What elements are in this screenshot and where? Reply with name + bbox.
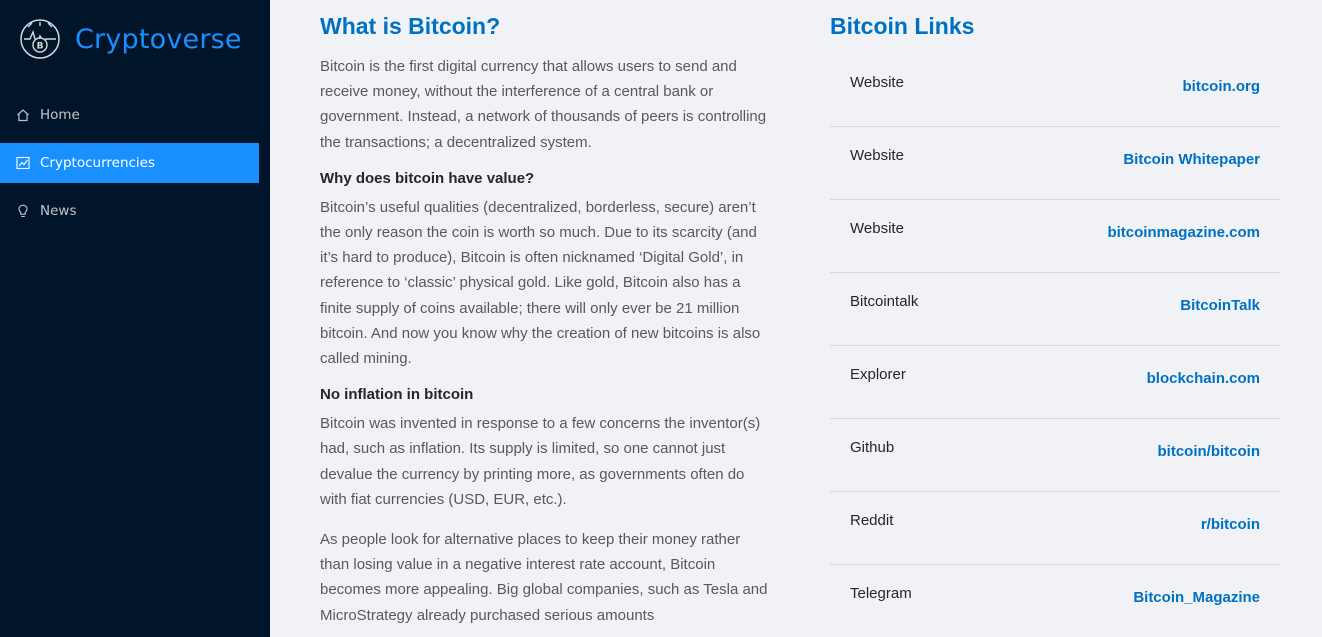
sidebar: B Cryptoverse Home Cryptocurrencies News xyxy=(0,0,270,637)
link-row: Website bitcoinmagazine.com xyxy=(830,200,1280,273)
link-type: Website xyxy=(850,147,904,164)
links-list: Website bitcoin.org Website Bitcoin Whit… xyxy=(830,54,1280,637)
link-row: Github bitcoin/bitcoin xyxy=(830,419,1280,492)
link-url[interactable]: bitcoin/bitcoin xyxy=(1158,419,1261,491)
bulb-icon xyxy=(16,204,30,218)
link-type: Github xyxy=(850,439,895,456)
link-url[interactable]: bitcoin.org xyxy=(1183,54,1261,126)
link-url[interactable]: BitcoinTalk xyxy=(1180,273,1260,345)
link-type: Reddit xyxy=(850,512,894,529)
sidebar-item-cryptocurrencies[interactable]: Cryptocurrencies xyxy=(0,143,259,183)
sidebar-item-home[interactable]: Home xyxy=(0,95,259,135)
main-content: What is Bitcoin? Bitcoin is the first di… xyxy=(270,0,1322,637)
sidebar-item-label: Home xyxy=(40,107,80,123)
link-row: Telegram Bitcoin_Magazine xyxy=(830,565,1280,637)
link-row: Bitcointalk BitcoinTalk xyxy=(830,273,1280,346)
bitcoin-logo-icon: B xyxy=(18,17,62,61)
link-row: Website bitcoin.org xyxy=(830,54,1280,127)
link-row: Reddit r/bitcoin xyxy=(830,492,1280,565)
description-intro: Bitcoin is the first digital currency th… xyxy=(320,58,767,151)
section-heading-inflation: No inflation in bitcoin xyxy=(320,386,474,404)
link-url[interactable]: Bitcoin_Magazine xyxy=(1133,565,1260,637)
section-body-value: Bitcoin’s useful qualities (decentralize… xyxy=(320,198,761,368)
svg-text:B: B xyxy=(37,42,44,52)
home-icon xyxy=(16,108,30,122)
link-type: Website xyxy=(850,74,904,91)
section-body-alternatives: As people look for alternative places to… xyxy=(320,531,768,624)
line-chart-icon xyxy=(16,156,30,170)
link-type: Telegram xyxy=(850,585,912,602)
section-heading-value: Why does bitcoin have value? xyxy=(320,169,535,187)
sidebar-menu: Home Cryptocurrencies News xyxy=(0,95,270,231)
links-title: Bitcoin Links xyxy=(830,13,975,39)
coin-links: Bitcoin Links Website bitcoin.org Websit… xyxy=(830,13,1280,637)
link-type: Explorer xyxy=(850,366,906,383)
link-row: Explorer blockchain.com xyxy=(830,346,1280,419)
sidebar-item-news[interactable]: News xyxy=(0,191,259,231)
link-type: Website xyxy=(850,220,904,237)
description-title: What is Bitcoin? xyxy=(320,13,501,39)
app-title: Cryptoverse xyxy=(75,23,242,55)
link-row: Website Bitcoin Whitepaper xyxy=(830,127,1280,200)
link-url[interactable]: Bitcoin Whitepaper xyxy=(1123,127,1260,199)
logo[interactable]: B Cryptoverse xyxy=(0,0,270,78)
link-url[interactable]: r/bitcoin xyxy=(1201,492,1260,564)
link-url[interactable]: blockchain.com xyxy=(1147,346,1260,418)
sidebar-item-label: News xyxy=(40,203,77,219)
section-body-inflation: Bitcoin was invented in response to a fe… xyxy=(320,415,761,508)
link-url[interactable]: bitcoinmagazine.com xyxy=(1107,200,1260,272)
sidebar-item-label: Cryptocurrencies xyxy=(40,155,156,171)
link-type: Bitcointalk xyxy=(850,293,919,310)
coin-description: What is Bitcoin? Bitcoin is the first di… xyxy=(320,13,770,628)
